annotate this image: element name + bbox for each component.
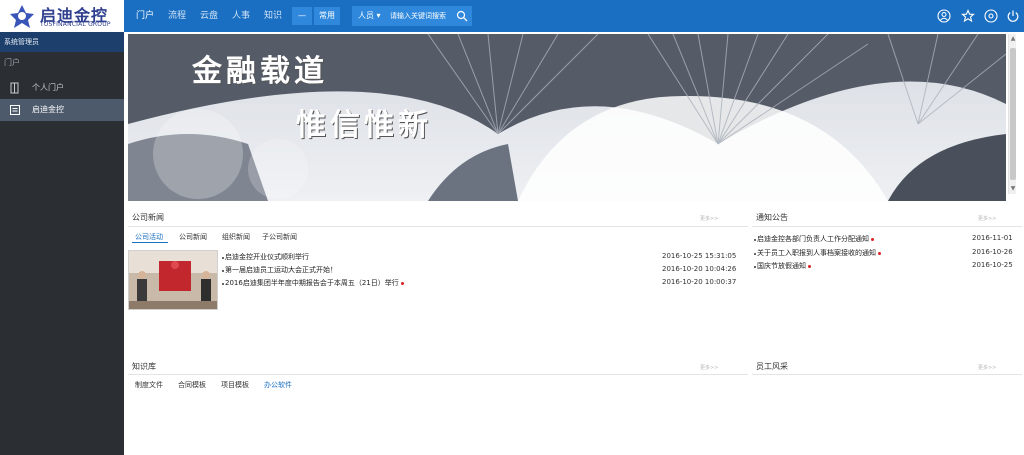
search-category-select[interactable]: 人员 ▾ (358, 6, 381, 26)
scroll-down-icon[interactable]: ▼ (1009, 184, 1017, 194)
sidebar-user-title: 系统管理员 (0, 32, 124, 52)
nav-item-hr[interactable]: 人事 (232, 0, 250, 32)
sidebar-item-label: 个人门户 (32, 83, 64, 92)
sidebar-item-personal-portal[interactable]: 个人门户 (0, 77, 124, 99)
notice-row-title-2-text: 关于员工入职报到人事档案接收的通知 (757, 249, 876, 257)
new-indicator-icon (871, 237, 874, 241)
brand-name-en: TUSFINANCIAL GROUP (40, 21, 111, 28)
hero-banner: 金融载道 惟信惟新 (128, 34, 1006, 201)
tab-organization-news[interactable]: 组织新闻 (222, 232, 250, 242)
tab-project-templates[interactable]: 项目模板 (221, 380, 249, 390)
list-bullet (222, 257, 224, 259)
notice-row-title-3[interactable]: 国庆节放假通知 (757, 261, 957, 271)
list-bullet (754, 239, 756, 241)
sidebar: 系统管理员 门户 个人门户 启迪金控 (0, 32, 124, 455)
active-tab-indicator (132, 242, 168, 243)
news-row-title-2[interactable]: 第一届启迪员工运动大会正式开始！ (225, 265, 337, 275)
search-category-label: 人员 (358, 11, 374, 20)
news-row-date-1: 2016-10-25 15:31:05 (662, 252, 737, 260)
sidebar-item-tus-financial[interactable]: 启迪金控 (0, 99, 124, 121)
scroll-up-icon[interactable]: ▲ (1009, 34, 1017, 44)
list-bullet (754, 253, 756, 255)
notice-row-title-2[interactable]: 关于员工入职报到人事档案接收的通知 (757, 248, 957, 258)
search-box: 人员 ▾ (352, 6, 472, 26)
chevron-down-icon: ▾ (376, 11, 381, 20)
power-icon[interactable] (1006, 9, 1020, 23)
banner-slogan-line1: 金融载道 (192, 54, 328, 89)
knowledge-title: 知识库 (132, 362, 156, 371)
search-icon[interactable] (456, 10, 468, 22)
list-bullet (754, 266, 756, 268)
portal-icon (10, 82, 19, 94)
tab-contract-templates[interactable]: 合同模板 (178, 380, 206, 390)
employee-style-more-link[interactable]: 更多>> (978, 363, 996, 373)
news-thumbnail-image[interactable] (128, 250, 218, 310)
brand-logo[interactable]: 启迪金控 TUSFINANCIAL GROUP (0, 0, 124, 32)
knowledge-more-link[interactable]: 更多>> (700, 363, 718, 373)
news-row-title-3[interactable]: 2016启迪集团半年度中期报告会于本周五（21日）举行 (225, 278, 404, 288)
news-row-title-3-text: 2016启迪集团半年度中期报告会于本周五（21日）举行 (225, 279, 399, 287)
nav-item-workflow[interactable]: 流程 (168, 0, 186, 32)
sidebar-item-label: 启迪金控 (32, 105, 64, 114)
tab-company-activities[interactable]: 公司活动 (135, 232, 163, 242)
new-indicator-icon (400, 281, 404, 285)
star-icon[interactable] (961, 9, 975, 23)
notices-title: 通知公告 (756, 213, 788, 222)
document-icon (10, 105, 20, 115)
tab-company-news[interactable]: 公司新闻 (179, 232, 207, 242)
nav-more-button[interactable]: — (292, 7, 312, 25)
nav-item-cloud-disk[interactable]: 云盘 (200, 0, 218, 32)
new-indicator-icon (808, 264, 811, 268)
company-news-more-link[interactable]: 更多>> (700, 214, 718, 224)
divider (752, 374, 1022, 375)
new-indicator-icon (878, 251, 881, 255)
settings-icon[interactable] (984, 9, 998, 23)
employee-style-title: 员工风采 (756, 362, 788, 371)
nav-item-knowledge[interactable]: 知识 (264, 0, 282, 32)
scroll-thumb[interactable] (1010, 48, 1016, 180)
news-row-date-3: 2016-10-20 10:00:37 (662, 278, 737, 286)
divider (752, 226, 1022, 227)
banner-slogan-line2: 惟信惟新 (296, 108, 432, 143)
notice-row-title-1[interactable]: 启迪金控各部门负责人工作分配通知 (757, 234, 957, 244)
notice-row-title-3-text: 国庆节放假通知 (757, 262, 806, 270)
list-bullet (222, 283, 224, 285)
company-news-title: 公司新闻 (132, 213, 164, 222)
search-input[interactable] (390, 6, 454, 26)
tab-subsidiary-news[interactable]: 子公司新闻 (262, 232, 297, 242)
tab-policy-documents[interactable]: 制度文件 (135, 380, 163, 390)
top-header: 启迪金控 TUSFINANCIAL GROUP 门户 流程 云盘 人事 知识 —… (0, 0, 1024, 32)
sidebar-group-label: 门户 (4, 58, 20, 67)
nav-item-portal[interactable]: 门户 (136, 0, 154, 32)
notice-row-date-3: 2016-10-25 (972, 261, 1013, 269)
tab-office-software[interactable]: 办公软件 (264, 380, 292, 390)
user-icon[interactable] (937, 9, 951, 23)
divider (128, 226, 748, 227)
news-row-title-1[interactable]: 启迪金控开业仪式顺利举行 (225, 252, 309, 262)
brand-mark-icon (10, 5, 34, 28)
banner-scrollbar[interactable]: ▲ ▼ (1008, 34, 1016, 194)
list-bullet (222, 270, 224, 272)
notices-more-link[interactable]: 更多>> (978, 214, 996, 224)
notice-row-title-1-text: 启迪金控各部门负责人工作分配通知 (757, 235, 869, 243)
divider (128, 374, 748, 375)
notice-row-date-2: 2016-10-26 (972, 248, 1013, 256)
news-row-date-2: 2016-10-20 10:04:26 (662, 265, 737, 273)
notice-row-date-1: 2016-11-01 (972, 234, 1013, 242)
nav-common-button[interactable]: 常用 (314, 7, 340, 25)
